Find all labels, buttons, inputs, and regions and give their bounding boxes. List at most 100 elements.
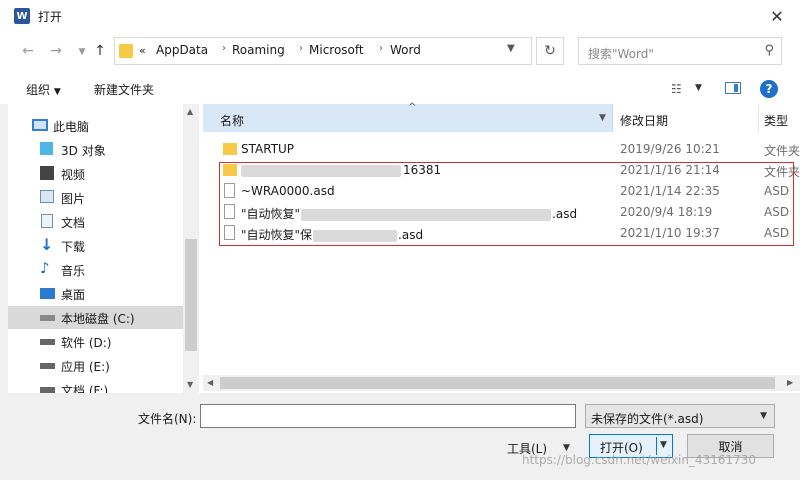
sidebar-item-label: 文档 (F:) xyxy=(61,384,109,393)
filetype-select[interactable]: 未保存的文件(*.asd) ▼ xyxy=(585,404,775,428)
drive-icon xyxy=(40,363,55,369)
chevron-down-icon[interactable]: ▼ xyxy=(660,440,667,450)
bottom-panel: 文件名(N): 未保存的文件(*.asd) ▼ 工具(L) ▼ 打开(O) ▼ … xyxy=(0,393,800,480)
sidebar-item-label: 视频 xyxy=(61,168,86,182)
computer-icon xyxy=(32,119,48,131)
window-title: 打开 xyxy=(38,10,63,24)
sidebar-item-label: 3D 对象 xyxy=(61,144,106,158)
drive-icon xyxy=(40,315,55,321)
breadcrumb-word[interactable]: Word xyxy=(390,43,421,57)
file-type: 文件夹 xyxy=(764,144,800,158)
refresh-icon: ↻ xyxy=(544,43,556,59)
sidebar-item-desktop[interactable]: 桌面 xyxy=(8,282,183,305)
refresh-button[interactable]: ↻ xyxy=(536,37,564,65)
address-bar[interactable]: « AppData › Roaming › Microsoft › Word ▼ xyxy=(114,37,532,65)
new-folder-button[interactable]: 新建文件夹 xyxy=(94,81,154,98)
word-app-icon: W xyxy=(14,8,30,24)
arrow-up-icon: ↑ xyxy=(94,43,106,59)
chevron-down-icon[interactable]: ▼ xyxy=(599,113,606,123)
cube-icon xyxy=(40,142,53,155)
navigation-bar: ← → ▼ ↑ « AppData › Roaming › Microsoft … xyxy=(0,32,800,70)
search-input[interactable]: 搜索"Word" xyxy=(588,45,654,62)
desktop-icon xyxy=(40,288,55,299)
navigation-pane: 此电脑 3D 对象 视频 图片 文档 ↓ 下载 ♪ 音乐 桌面 本地磁盘 (C:… xyxy=(8,104,199,393)
filename-input[interactable] xyxy=(200,404,576,428)
sidebar-item-documents[interactable]: 文档 xyxy=(8,210,183,233)
document-icon xyxy=(41,214,53,228)
column-date[interactable]: 修改日期 xyxy=(620,112,668,129)
breadcrumb-roaming[interactable]: Roaming xyxy=(232,43,285,57)
video-icon xyxy=(40,166,54,180)
file-row[interactable]: STARTUP 2019/9/26 10:21 文件夹 xyxy=(203,139,800,160)
chevron-down-icon[interactable]: ▼ xyxy=(507,43,515,54)
search-icon: ⚲ xyxy=(764,43,774,58)
chevron-right-icon[interactable]: › xyxy=(379,43,383,54)
breadcrumb-overflow[interactable]: « xyxy=(139,44,146,57)
column-type[interactable]: 类型 xyxy=(764,112,788,129)
scrollbar-thumb[interactable] xyxy=(220,377,775,389)
sidebar-item-drive-d[interactable]: 软件 (D:) xyxy=(8,330,183,353)
breadcrumb-microsoft[interactable]: Microsoft xyxy=(309,43,364,57)
breadcrumb-appdata[interactable]: AppData xyxy=(156,43,208,57)
arrow-right-icon: → xyxy=(50,43,62,59)
up-button[interactable]: ↑ xyxy=(90,41,110,61)
folder-icon xyxy=(223,143,237,155)
sidebar-item-label: 应用 (E:) xyxy=(61,360,110,374)
help-icon[interactable]: ? xyxy=(760,80,778,98)
close-icon: ✕ xyxy=(770,6,784,26)
sidebar-item-videos[interactable]: 视频 xyxy=(8,162,183,185)
scrollbar-thumb[interactable] xyxy=(185,239,197,351)
search-box[interactable]: 搜索"Word" ⚲ xyxy=(578,37,782,65)
file-name: STARTUP xyxy=(241,142,295,156)
chevron-down-icon: ▼ xyxy=(78,47,86,57)
drive-icon xyxy=(40,339,55,345)
sort-ascending-icon: ^ xyxy=(408,102,417,113)
sidebar-item-drive-e[interactable]: 应用 (E:) xyxy=(8,354,183,377)
chevron-down-icon[interactable]: ▼ xyxy=(695,83,702,93)
sidebar-item-label: 本地磁盘 (C:) xyxy=(61,312,135,326)
sidebar-item-drive-f[interactable]: 文档 (F:) xyxy=(8,378,183,393)
sidebar-item-pictures[interactable]: 图片 xyxy=(8,186,183,209)
sidebar-item-drive-c[interactable]: 本地磁盘 (C:) xyxy=(8,306,183,329)
scroll-up-icon[interactable]: ▲ xyxy=(187,107,193,116)
column-divider xyxy=(758,104,759,132)
highlight-annotation xyxy=(219,162,794,246)
arrow-left-icon: ← xyxy=(22,43,34,59)
forward-button[interactable]: → xyxy=(46,41,66,61)
preview-pane-icon[interactable] xyxy=(725,82,741,94)
chevron-down-icon: ▼ xyxy=(53,87,61,97)
back-button[interactable]: ← xyxy=(18,41,38,61)
folder-icon xyxy=(119,44,133,58)
music-icon: ♪ xyxy=(40,259,50,277)
column-name[interactable]: ^ 名称 ▼ xyxy=(203,102,613,132)
scroll-left-icon[interactable]: ◀ xyxy=(207,378,213,387)
column-header: ^ 名称 ▼ 修改日期 类型 xyxy=(203,102,800,132)
sidebar-item-this-pc[interactable]: 此电脑 xyxy=(8,114,183,137)
scroll-down-icon[interactable]: ▼ xyxy=(187,380,193,389)
organize-button[interactable]: 组织 ▼ xyxy=(26,81,61,98)
chevron-down-icon: ▼ xyxy=(760,411,767,421)
recent-locations-button[interactable]: ▼ xyxy=(72,42,92,62)
file-list: ^ 名称 ▼ 修改日期 类型 STARTUP 2019/9/26 10:21 文… xyxy=(203,102,800,393)
sidebar-item-label: 此电脑 xyxy=(53,120,90,134)
file-date: 2019/9/26 10:21 xyxy=(620,142,720,156)
content-area: 此电脑 3D 对象 视频 图片 文档 ↓ 下载 ♪ 音乐 桌面 本地磁盘 (C:… xyxy=(8,102,800,393)
sidebar-item-label: 音乐 xyxy=(61,264,86,278)
navigation-scrollbar[interactable]: ▲ ▼ xyxy=(183,104,199,393)
sidebar-item-downloads[interactable]: ↓ 下载 xyxy=(8,234,183,257)
sidebar-item-3d-objects[interactable]: 3D 对象 xyxy=(8,138,183,161)
chevron-down-icon[interactable]: ▼ xyxy=(563,443,570,453)
sidebar-item-label: 文档 xyxy=(61,216,86,230)
horizontal-scrollbar[interactable]: ◀ ▶ xyxy=(203,375,800,391)
sidebar-item-music[interactable]: ♪ 音乐 xyxy=(8,258,183,281)
chevron-right-icon[interactable]: › xyxy=(222,43,226,54)
sidebar-item-label: 图片 xyxy=(61,192,86,206)
title-bar: W 打开 ✕ xyxy=(0,0,800,32)
scroll-right-icon[interactable]: ▶ xyxy=(787,378,793,387)
watermark: https://blog.csdn.net/weixin_43161730 xyxy=(522,453,757,467)
view-options-icon[interactable]: ☷ xyxy=(671,82,682,96)
chevron-right-icon[interactable]: › xyxy=(299,43,303,54)
filetype-value: 未保存的文件(*.asd) xyxy=(591,412,704,426)
close-button[interactable]: ✕ xyxy=(754,0,800,32)
sidebar-item-label: 下载 xyxy=(61,240,86,254)
